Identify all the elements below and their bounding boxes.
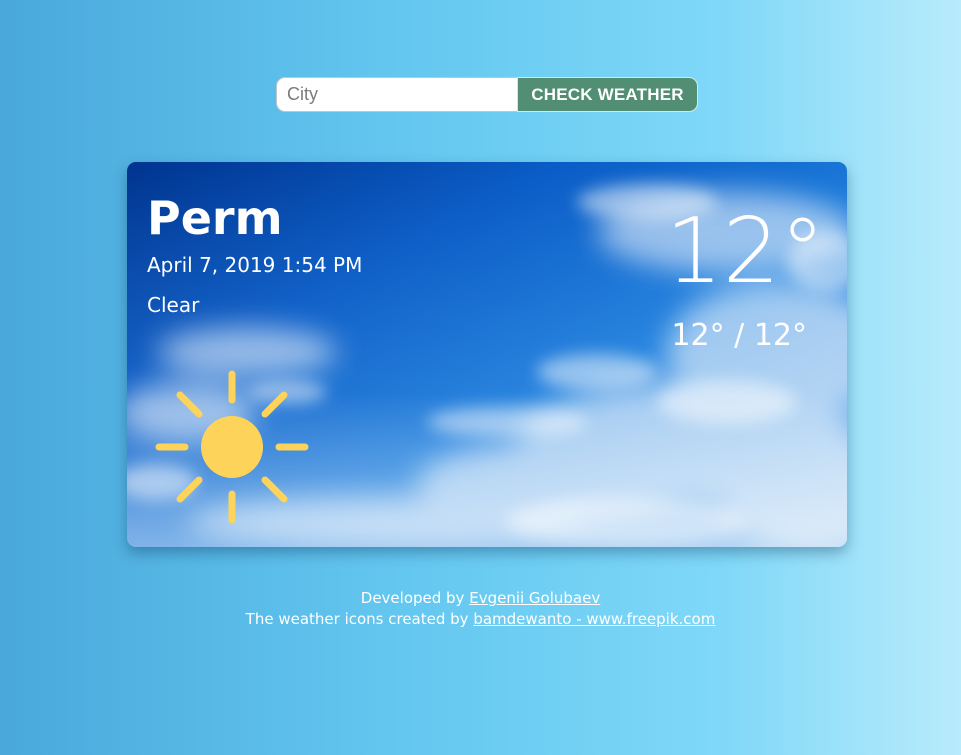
icons-credit: The weather icons created by bamdewanto … [0,609,961,630]
developer-credit: Developed by Evgenii Golubaev [0,588,961,609]
search-bar: CHECK WEATHER [276,77,698,112]
current-temperature: 12° [665,199,825,304]
date-time: April 7, 2019 1:54 PM [147,253,363,277]
weather-card: Perm April 7, 2019 1:54 PM Clear 12° 12°… [127,162,847,547]
developer-link[interactable]: Evgenii Golubaev [469,589,600,607]
icons-credit-link[interactable]: bamdewanto - www.freepik.com [473,610,715,628]
footer: Developed by Evgenii Golubaev The weathe… [0,588,961,630]
check-weather-button[interactable]: CHECK WEATHER [517,77,698,112]
city-name: Perm [147,191,283,245]
developed-by-label: Developed by [360,589,465,607]
weather-condition: Clear [147,293,200,317]
temperature-range: 12° / 12° [671,318,807,353]
sun-icon [155,370,309,524]
icons-credit-label: The weather icons created by [245,610,469,628]
city-input[interactable] [276,77,517,112]
